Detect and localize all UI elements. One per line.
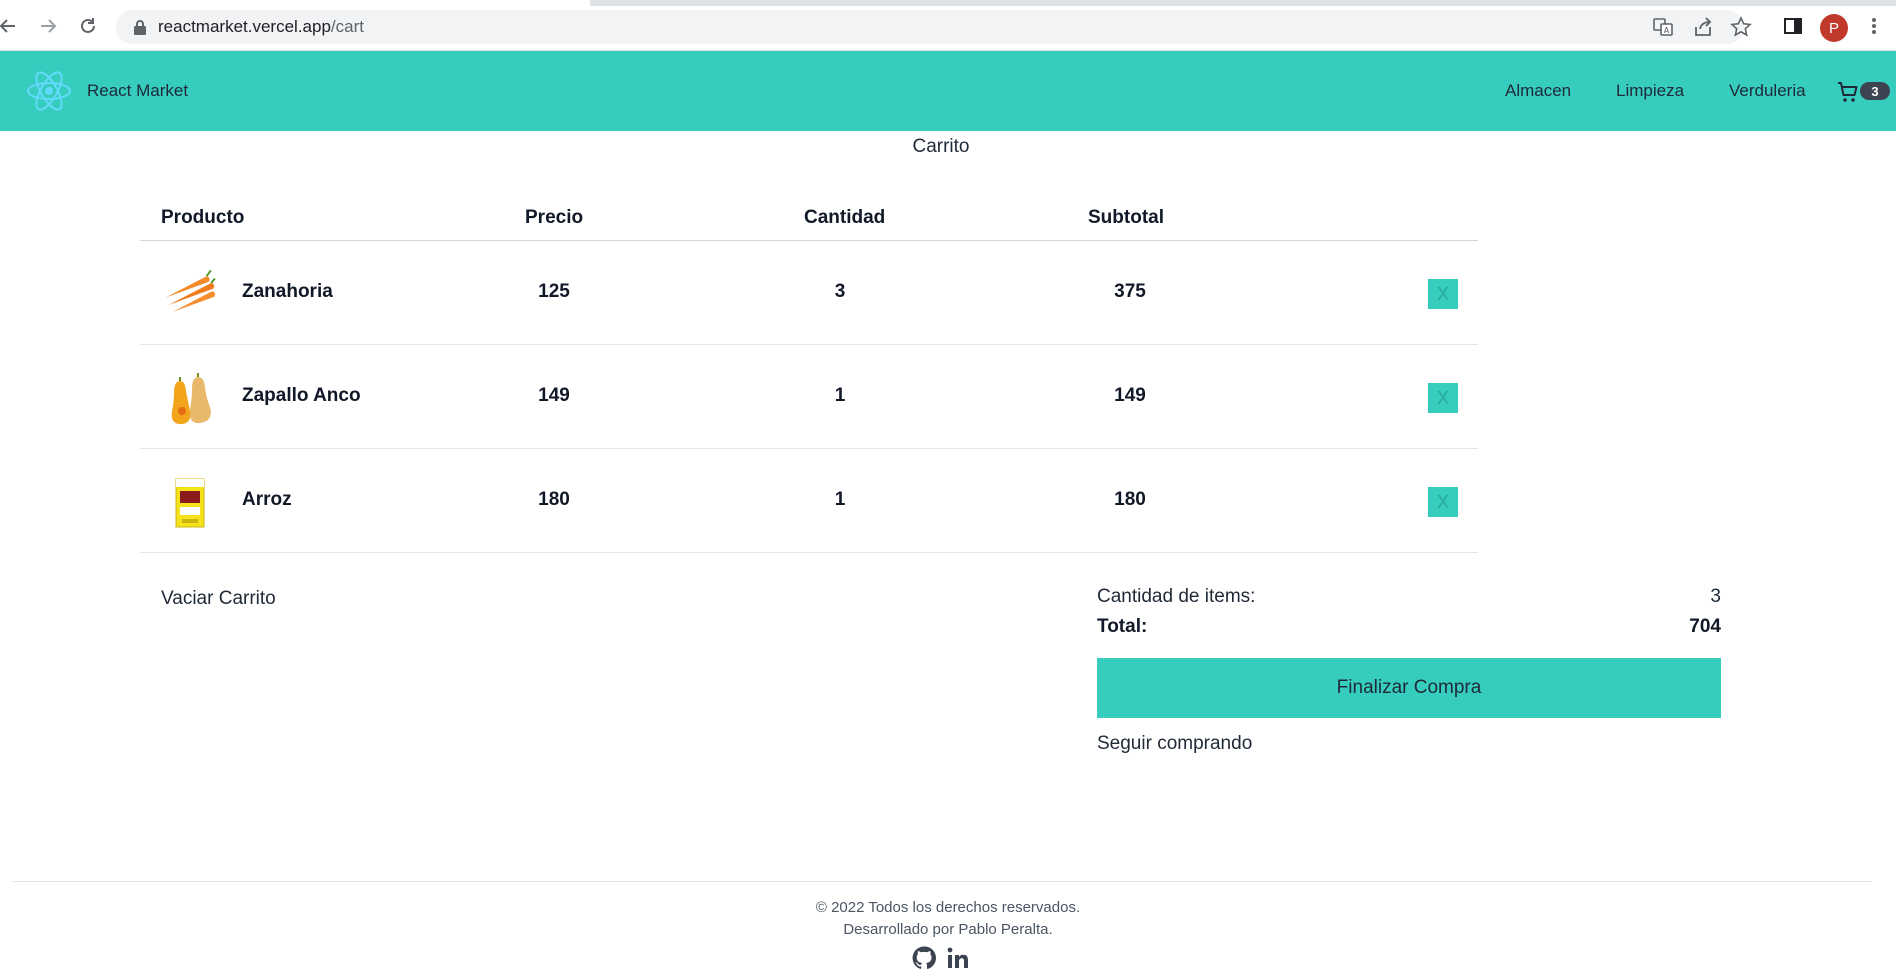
side-panel-icon[interactable] — [1779, 12, 1807, 40]
product-subtotal: 149 — [1114, 385, 1146, 406]
nav-link-almacen[interactable]: Almacen — [1505, 81, 1571, 101]
share-icon[interactable] — [1692, 16, 1714, 38]
column-header-precio: Precio — [525, 207, 584, 228]
remove-item-button[interactable]: X — [1428, 383, 1458, 413]
nav-link-limpieza[interactable]: Limpieza — [1616, 81, 1684, 101]
items-count-value: 3 — [1710, 586, 1721, 607]
total-label: Total: — [1097, 616, 1148, 637]
more-menu-icon[interactable] — [1860, 12, 1888, 40]
url-path: /cart — [330, 17, 364, 36]
product-quantity: 1 — [834, 385, 846, 406]
linkedin-icon[interactable] — [945, 946, 971, 970]
table-header: Producto Precio Cantidad Subtotal — [140, 195, 1478, 241]
product-price: 149 — [538, 385, 570, 406]
table-row: Zanahoria 125 3 375 X — [140, 241, 1478, 345]
github-icon[interactable] — [911, 946, 937, 970]
product-name[interactable]: Zapallo Anco — [242, 385, 361, 407]
bookmark-star-icon[interactable] — [1730, 16, 1752, 38]
react-logo-icon[interactable] — [26, 68, 72, 114]
product-name[interactable]: Arroz — [242, 489, 292, 511]
product-price: 125 — [538, 281, 570, 302]
carrot-image — [165, 269, 216, 312]
table-row: Arroz 180 1 180 X — [140, 449, 1478, 553]
browser-toolbar: reactmarket.vercel.app/cart A P — [0, 0, 1896, 51]
product-subtotal: 375 — [1114, 281, 1146, 302]
product-subtotal: 180 — [1114, 489, 1146, 510]
product-name[interactable]: Zanahoria — [242, 281, 333, 303]
back-icon[interactable] — [0, 14, 20, 38]
nav-link-verduleria[interactable]: Verduleria — [1729, 81, 1806, 101]
remove-item-button[interactable]: X — [1428, 279, 1458, 309]
product-quantity: 1 — [834, 489, 846, 510]
active-tab[interactable] — [0, 0, 590, 6]
cart-widget[interactable]: 3 — [1836, 79, 1894, 105]
total-value: 704 — [1689, 616, 1721, 637]
butternut-squash-image — [171, 373, 211, 425]
cart-count-badge: 3 — [1860, 82, 1890, 100]
checkout-button[interactable]: Finalizar Compra — [1097, 658, 1721, 718]
lock-icon — [134, 20, 146, 35]
rice-box-image — [175, 478, 205, 528]
brand-name[interactable]: React Market — [87, 81, 188, 101]
items-count-label: Cantidad de items: — [1097, 586, 1256, 607]
column-header-subtotal: Subtotal — [1088, 207, 1164, 228]
footer-credit: Desarrollado por Pablo Peralta. — [843, 921, 1053, 938]
app-navbar: React Market Almacen Limpieza Verduleria… — [0, 51, 1896, 131]
total-row: Total: 704 — [1097, 616, 1721, 646]
column-header-cantidad: Cantidad — [804, 207, 886, 228]
forward-icon[interactable] — [36, 14, 60, 38]
reload-icon[interactable] — [76, 14, 100, 38]
translate-icon[interactable]: A — [1652, 16, 1674, 38]
continue-shopping-link[interactable]: Seguir comprando — [1097, 733, 1252, 755]
items-count-row: Cantidad de items: 3 — [1097, 586, 1721, 616]
cart-icon — [1838, 82, 1858, 102]
table-row: Zapallo Anco 149 1 149 X — [140, 345, 1478, 449]
footer-divider — [12, 881, 1872, 882]
product-price: 180 — [538, 489, 570, 510]
remove-item-button[interactable]: X — [1428, 487, 1458, 517]
profile-avatar[interactable]: P — [1820, 14, 1848, 42]
url-text[interactable]: reactmarket.vercel.app/cart — [158, 17, 364, 37]
tab-strip — [0, 0, 1896, 6]
column-header-producto: Producto — [161, 207, 245, 228]
cart-table: Producto Precio Cantidad Subtotal Zanaho… — [140, 195, 1478, 553]
svg-text:A: A — [1664, 26, 1670, 35]
clear-cart-button[interactable]: Vaciar Carrito — [161, 588, 276, 610]
address-bar[interactable]: reactmarket.vercel.app/cart A — [116, 10, 1752, 44]
product-quantity: 3 — [834, 281, 846, 302]
footer-copyright: © 2022 Todos los derechos reservados. — [815, 899, 1081, 916]
cart-summary: Cantidad de items: 3 Total: 704 — [1097, 586, 1721, 646]
page-title: Carrito — [912, 136, 970, 157]
url-host: reactmarket.vercel.app — [158, 17, 331, 36]
